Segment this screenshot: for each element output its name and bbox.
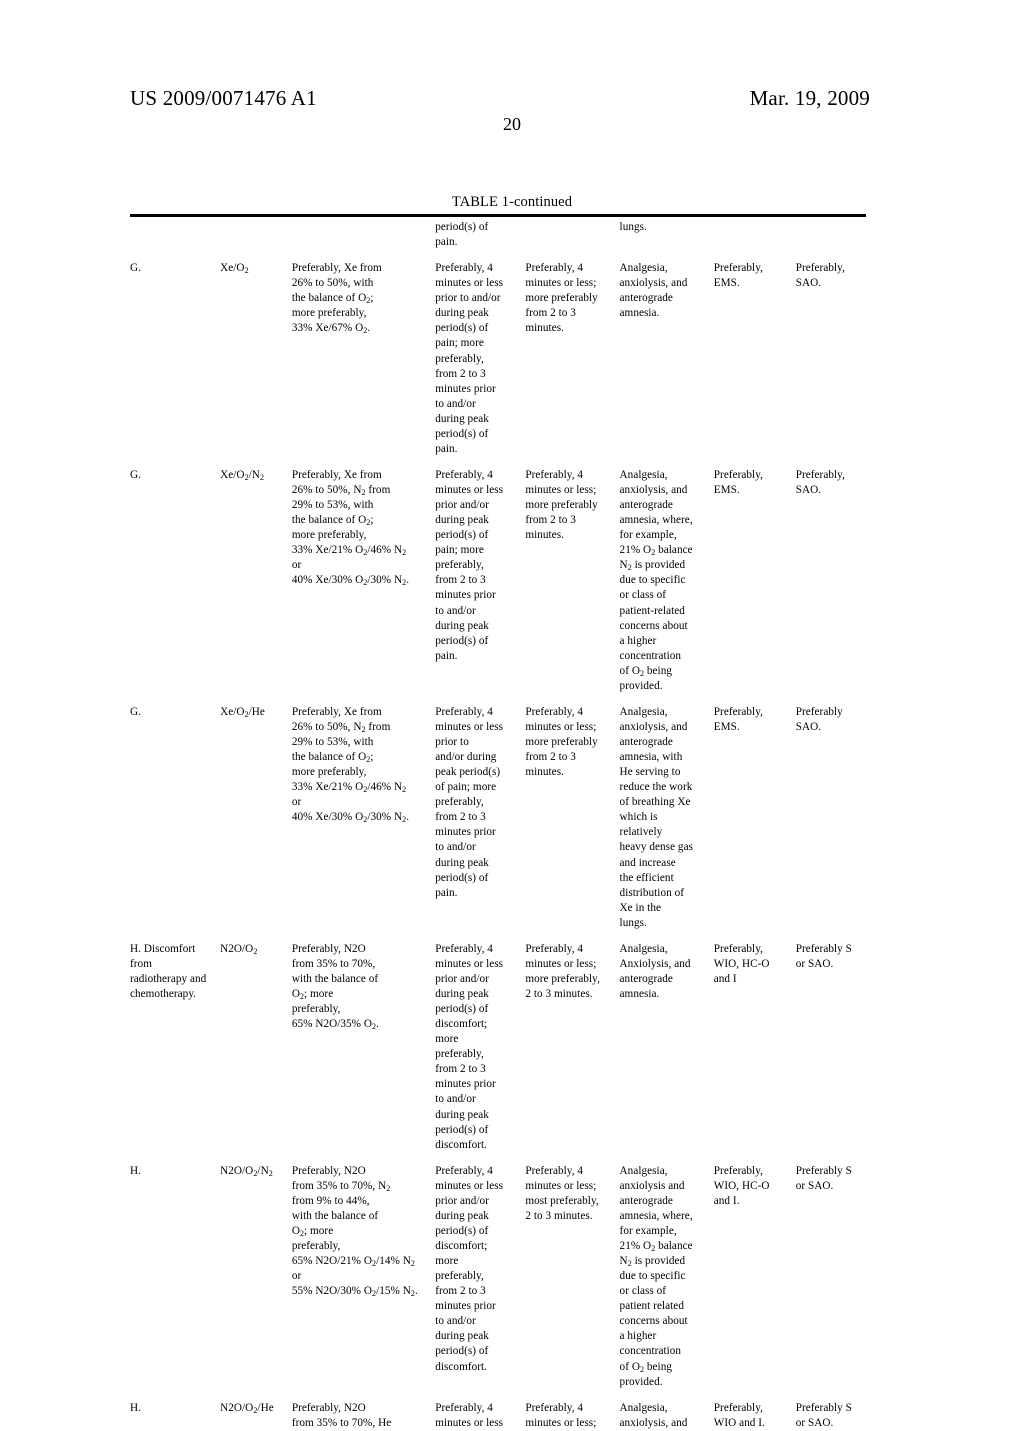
cell-setting: Preferably SAO. [795,705,843,733]
cell-duration: Preferably, 4 minutes or less prior and/or… [435,1164,504,1373]
cell-composition [292,220,435,250]
cell-delivery: Preferably, EMS. [713,705,763,733]
table-row-continuation: period(s) of pain. lungs. [130,220,890,250]
cell-duration: Preferably, 4 minutes or less prior and/or… [435,468,504,662]
cell-gas: N2O/O2 [220,942,258,956]
cell-timing: Preferably, 4 minutes or less; most prefer… [525,1164,599,1222]
cell-composition: Preferably, N2O from 35% to 70%, N2 from 9… [291,1164,418,1299]
publication-number: US 2009/0071476 A1 [130,86,317,110]
cell-timing: Preferably, 4 minutes or less; more prefer… [525,262,598,335]
cell-effect: Analgesia, anxiolysis, and anterograde amne… [619,705,693,929]
table-row: G. Xe/O2/He Preferably, Xe from 26% to 50%,… [130,694,890,931]
page-number: 20 [503,114,521,134]
publication-date: Mar. 19, 2009 [749,86,870,110]
cell-indication: G. [130,468,141,481]
cell-timing: Preferably, 4 minutes or less; more prefer… [525,468,598,542]
cell-gas: Xe/O2/N2 [220,468,265,483]
cell-gas: N2O/O2/N2 [220,1164,273,1178]
cell-timing: Preferably, 4 minutes or less; [525,1401,597,1429]
cell-gas [220,220,292,250]
table-container: period(s) of pain. lungs. G. Xe/O2 Preferably… [130,220,890,1431]
cell-composition: Preferably, Xe from 26% to 50%, N2 from 29… [291,705,410,825]
cell-effect: Analgesia, anxiolysis, and [619,1401,688,1429]
cell-indication: G. [130,262,141,275]
cell-indication: G. [130,705,141,718]
cell-delivery: Preferably, EMS. [713,262,763,290]
cell-delivery [714,220,796,250]
cell-setting: Preferably, SAO. [795,468,845,496]
table-row: H. N2O/O2/He Preferably, N2O from 35% to 70… [130,1390,890,1431]
cell-duration: Preferably, 4 minutes or less prior to and/… [435,705,504,899]
cell-effect: lungs. [619,221,647,233]
table-row: G. Xe/O2 Preferably, Xe from 26% to 50%, wi… [130,250,890,457]
cell-composition: Preferably, Xe from 26% to 50%, N2 from 29… [291,468,410,588]
cell-effect: Analgesia, Anxiolysis, and anterograde amne… [619,942,691,1000]
cell-indication: H. [130,1164,141,1177]
table-top-rule [130,214,866,217]
table-row: H. N2O/O2/N2 Preferably, N2O from 35% to 70… [130,1153,890,1390]
cell-setting [796,220,890,250]
cell-delivery: Preferably, WIO, HC-O and I [713,942,770,985]
cell-effect: Analgesia, anxiolysis, and anterograde amne… [619,262,688,320]
cell-indication: H. Discomfort from radiotherapy and chemoth… [130,942,207,1000]
cell-composition: Preferably, N2O from 35% to 70%, with the … [291,942,379,1032]
cell-gas: Xe/O2 [220,262,249,276]
cell-composition: Preferably, N2O from 35% to 70%, He [291,1401,392,1429]
cell-delivery: Preferably, WIO and I. [713,1401,765,1429]
cell-indication [130,220,220,250]
cell-effect: Analgesia, anxiolysis and anterograde amnes… [619,1164,693,1388]
cell-duration: Preferably, 4 minutes or less prior to and… [435,262,504,455]
cell-gas: N2O/O2/He [220,1401,274,1415]
table-caption: TABLE 1-continued [451,194,573,210]
cell-duration: Preferably, 4 minutes or less prior and/or… [435,942,504,1151]
cell-delivery: Preferably, EMS. [713,468,763,496]
cell-indication: H. [130,1401,141,1414]
cell-effect: Analgesia, anxiolysis, and anterograde amne… [619,468,693,692]
table-row: H. Discomfort from radiotherapy and chemoth… [130,931,890,1153]
table-body: period(s) of pain. lungs. G. Xe/O2 Preferably… [130,220,890,1431]
cell-timing: Preferably, 4 minutes or less; more prefer… [525,942,600,1000]
cell-duration: Preferably, 4 minutes or less [435,1401,504,1429]
table-row: G. Xe/O2/N2 Preferably, Xe from 26% to 50%,… [130,457,890,694]
patent-page: US 2009/0071476 A1 Mar. 19, 2009 20 TABL… [0,0,1024,1429]
running-head: US 2009/0071476 A1 Mar. 19, 2009 [130,86,870,111]
cell-duration: period(s) of pain. [435,221,489,249]
cell-gas: Xe/O2/He [220,705,265,719]
cell-setting: Preferably Sor SAO. [795,942,852,970]
cell-timing [525,220,619,250]
data-table: period(s) of pain. lungs. G. Xe/O2 Preferably… [130,220,890,1431]
cell-delivery: Preferably, WIO, HC-O and I. [713,1164,770,1207]
cell-setting: Preferably Sor SAO. [795,1401,852,1429]
cell-setting: Preferably Sor SAO. [795,1164,852,1192]
cell-timing: Preferably, 4 minutes or less; more prefer… [525,705,598,779]
cell-setting: Preferably, SAO. [795,262,845,290]
cell-composition: Preferably, Xe from 26% to 50%, with the b… [291,262,382,336]
